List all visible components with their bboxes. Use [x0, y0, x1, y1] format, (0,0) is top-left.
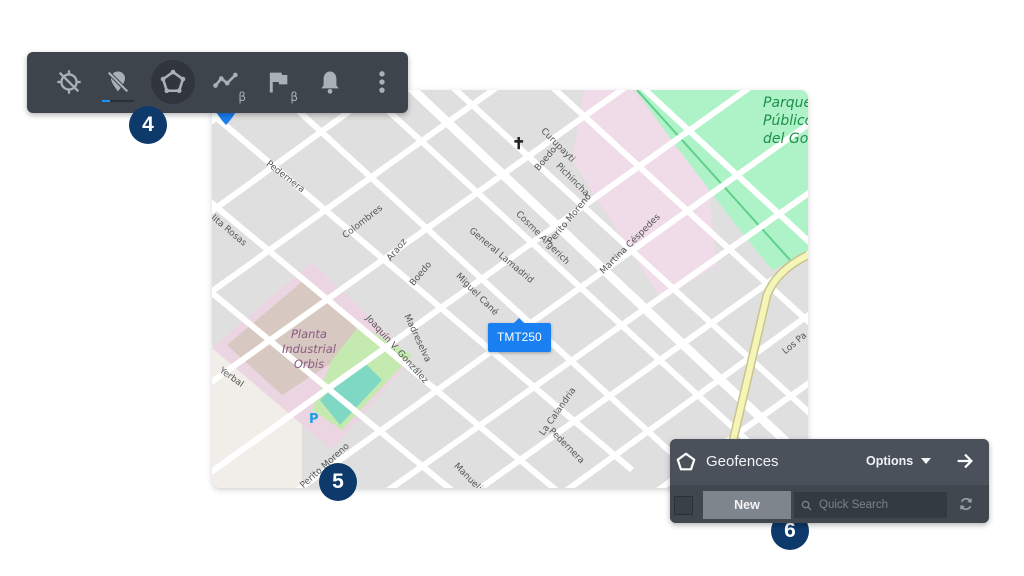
more-vert-icon	[379, 71, 385, 93]
cemetery-cross-icon: ✝	[512, 136, 526, 153]
beta-badge: β	[290, 90, 298, 104]
map-tiles	[212, 90, 808, 488]
map-view[interactable]: Parque Público del Gol Planta Industrial…	[212, 90, 808, 488]
callout-badge-toolbar: 4	[129, 106, 167, 144]
device-label[interactable]: TMT250	[488, 318, 551, 352]
geofences-panel-actions: New	[670, 485, 989, 523]
pentagon-icon	[160, 69, 186, 94]
search-icon	[801, 500, 812, 511]
callout-badge-map: 5	[319, 463, 357, 501]
caret-down-icon	[921, 458, 932, 464]
select-all-checkbox[interactable]	[674, 496, 693, 515]
geofences-panel-header: Geofences Options	[670, 439, 989, 485]
quick-search-input[interactable]	[817, 498, 946, 512]
flag-icon	[269, 72, 288, 93]
route-icon	[213, 72, 238, 88]
geofences-panel: Geofences Options New	[670, 439, 989, 523]
map-toolbar: β β	[27, 52, 408, 113]
beta-badge: β	[238, 90, 246, 104]
refresh-icon[interactable]	[957, 495, 975, 513]
options-label: Options	[866, 454, 914, 468]
toolbar-more-button[interactable]	[360, 60, 404, 104]
toolbar-pois-button[interactable]: β	[256, 60, 300, 104]
location-toggle-indicator	[102, 100, 134, 102]
arrow-right-icon[interactable]	[954, 450, 976, 472]
bell-icon	[321, 71, 339, 94]
panel-title: Geofences	[706, 453, 779, 470]
toolbar-gps-off-button[interactable]	[47, 60, 91, 104]
toolbar-routes-button[interactable]: β	[204, 60, 248, 104]
options-dropdown[interactable]: Options	[866, 454, 932, 468]
toolbar-location-off-button[interactable]	[96, 60, 140, 104]
toolbar-geofences-button[interactable]	[151, 60, 195, 104]
new-geofence-button[interactable]: New	[703, 491, 791, 519]
toolbar-alerts-button[interactable]	[308, 60, 352, 104]
pentagon-icon	[676, 452, 696, 471]
location-off-icon	[107, 71, 129, 93]
park-label: Parque Público del Gol	[763, 95, 808, 147]
quick-search[interactable]	[794, 492, 947, 518]
plant-label: Planta Industrial Orbis	[282, 327, 336, 371]
gps-off-icon	[57, 70, 81, 94]
parking-icon: P	[309, 412, 319, 427]
